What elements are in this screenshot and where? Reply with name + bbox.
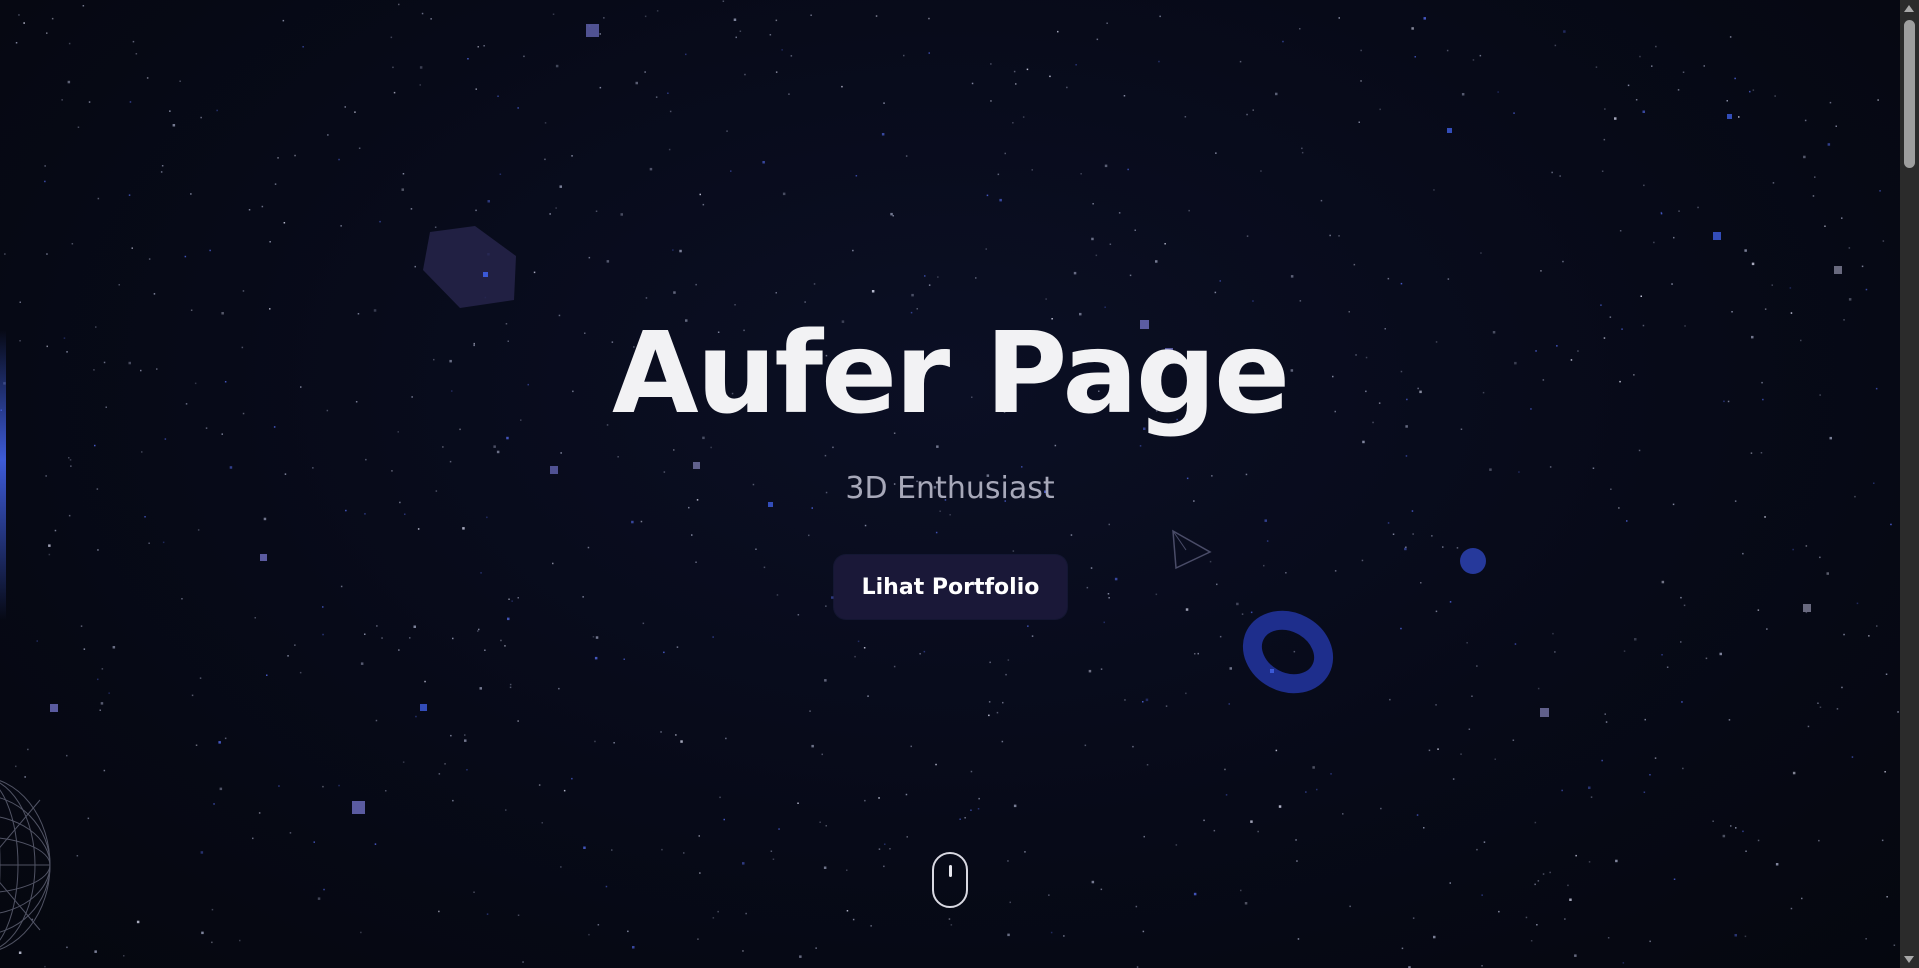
mouse-scroll-icon[interactable] bbox=[932, 852, 968, 908]
scroll-up-arrow-icon[interactable] bbox=[1904, 5, 1914, 12]
scroll-wheel-icon bbox=[949, 865, 952, 877]
hero-subtitle: 3D Enthusiast bbox=[845, 471, 1055, 506]
hero-section: Aufer Page 3D Enthusiast Lihat Portfolio bbox=[0, 0, 1900, 968]
vertical-scrollbar[interactable] bbox=[1900, 0, 1919, 968]
scroll-down-arrow-icon[interactable] bbox=[1904, 956, 1914, 963]
scrollbar-thumb[interactable] bbox=[1904, 20, 1915, 168]
view-portfolio-button[interactable]: Lihat Portfolio bbox=[834, 555, 1067, 619]
hero-viewport: Aufer Page 3D Enthusiast Lihat Portfolio bbox=[0, 0, 1900, 968]
hero-title: Aufer Page bbox=[611, 309, 1290, 439]
